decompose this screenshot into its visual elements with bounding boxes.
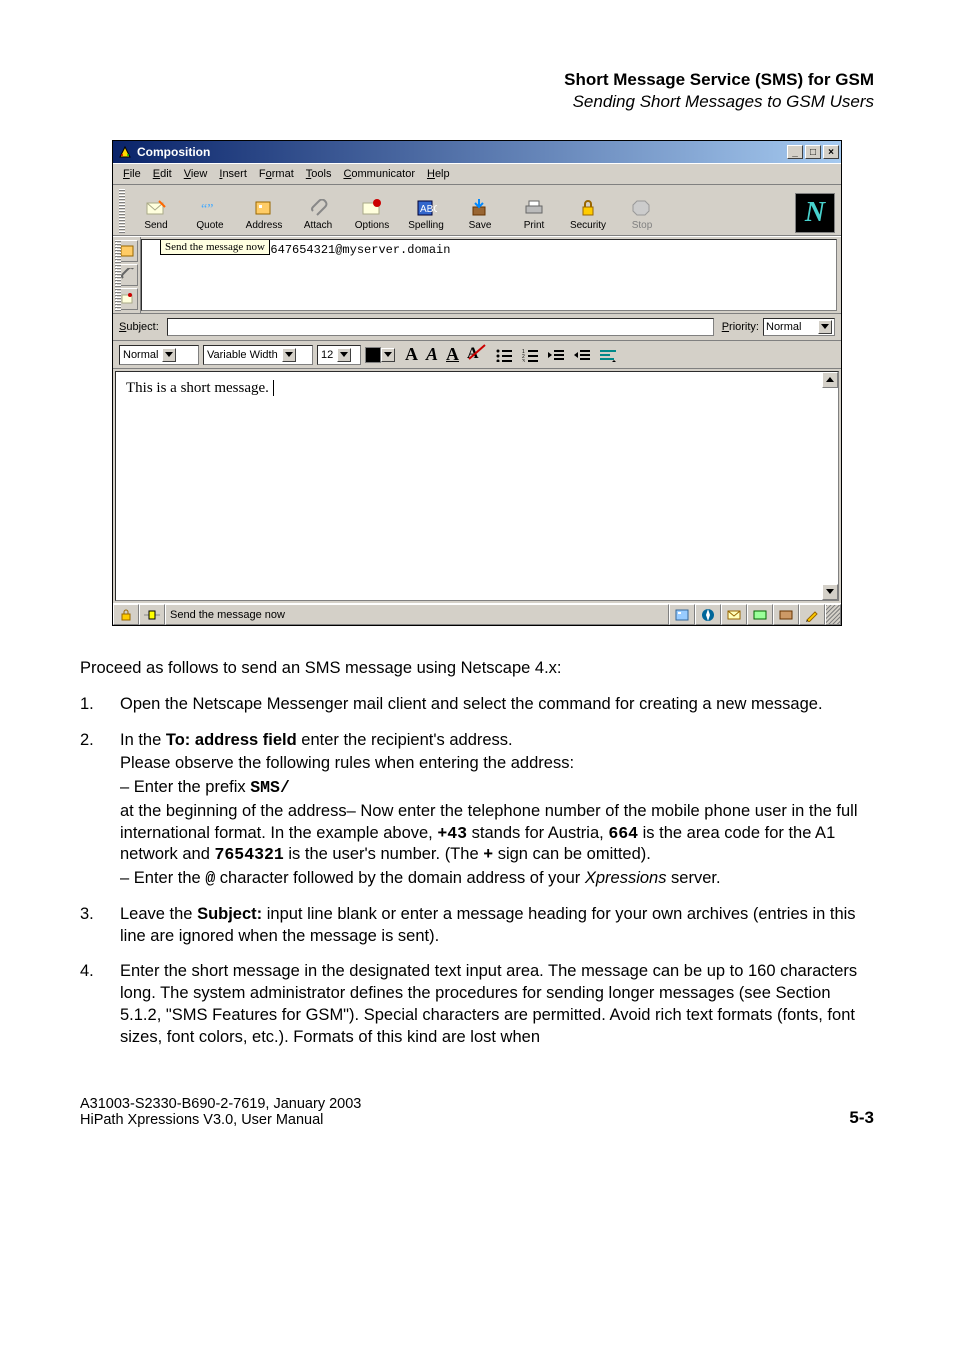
to-address-field[interactable]: Send the message now To: sms/+4306476543…: [141, 239, 837, 311]
stop-button: Stop: [615, 195, 669, 233]
attach-button[interactable]: Attach: [291, 195, 345, 233]
font-color-dropdown[interactable]: [365, 347, 395, 363]
menu-format[interactable]: Format: [253, 166, 300, 182]
netscape-throbber[interactable]: N: [795, 193, 835, 233]
status-message: Send the message now: [165, 604, 669, 625]
stop-icon: [629, 197, 655, 219]
color-swatch: [365, 347, 381, 363]
spelling-button[interactable]: ABC Spelling: [399, 195, 453, 233]
save-button[interactable]: Save: [453, 195, 507, 233]
bullet-list-button[interactable]: [495, 346, 513, 364]
footer-product: HiPath Xpressions V3.0, User Manual: [80, 1112, 361, 1128]
step-number: 2.: [80, 730, 120, 890]
attach-icon: [305, 197, 331, 219]
align-button[interactable]: [599, 346, 617, 364]
priority-dropdown[interactable]: Normal: [763, 318, 835, 336]
step-3-text: Leave the Subject: input line blank or e…: [120, 904, 874, 948]
address-icon: [251, 197, 277, 219]
window-title: Composition: [137, 145, 787, 159]
taskbar-nav-icon[interactable]: [695, 604, 721, 625]
taskbar-icon-1[interactable]: [669, 604, 695, 625]
message-body-text: This is a short message.: [126, 380, 274, 396]
menu-communicator[interactable]: Communicator: [337, 166, 421, 182]
menu-help[interactable]: Help: [421, 166, 456, 182]
menu-file[interactable]: File: [117, 166, 147, 182]
app-icon: [117, 144, 133, 160]
spelling-icon: ABC: [413, 197, 439, 219]
svg-text:ABC: ABC: [420, 204, 437, 215]
page-number: 5-3: [849, 1108, 874, 1128]
priority-label: Priority:: [722, 321, 759, 333]
menu-insert[interactable]: Insert: [213, 166, 253, 182]
status-online-icon[interactable]: [139, 604, 165, 625]
indent-button[interactable]: [573, 346, 591, 364]
options-icon: [359, 197, 385, 219]
minimize-button[interactable]: _: [787, 145, 803, 159]
underline-button[interactable]: A: [446, 344, 459, 365]
scroll-down-button[interactable]: [822, 584, 838, 600]
status-lock-icon[interactable]: [113, 604, 139, 625]
resize-grip[interactable]: [825, 604, 841, 625]
bold-button[interactable]: A: [405, 344, 418, 365]
security-button[interactable]: Security: [561, 195, 615, 233]
subject-input[interactable]: [167, 318, 714, 336]
chevron-down-icon: [337, 348, 351, 362]
chevron-down-icon: [162, 348, 176, 362]
chevron-down-icon: [381, 348, 395, 362]
composition-window: Composition _ □ × File Edit View Insert …: [112, 140, 842, 626]
step-number: 4.: [80, 961, 120, 1048]
italic-button[interactable]: A: [426, 344, 438, 365]
window-titlebar[interactable]: Composition _ □ ×: [113, 141, 841, 163]
send-icon: [143, 197, 169, 219]
quote-button[interactable]: “” Quote: [183, 195, 237, 233]
step-number: 3.: [80, 904, 120, 948]
step-1-text: Open the Netscape Messenger mail client …: [120, 694, 874, 716]
paragraph-style-dropdown[interactable]: Normal: [119, 345, 199, 365]
print-button[interactable]: Print: [507, 195, 561, 233]
intro-paragraph: Proceed as follows to send an SMS messag…: [80, 658, 874, 680]
step-number: 1.: [80, 694, 120, 716]
scroll-up-button[interactable]: [822, 372, 838, 388]
lock-icon: [575, 197, 601, 219]
menu-bar: File Edit View Insert Format Tools Commu…: [113, 163, 841, 184]
taskbar-news-icon[interactable]: [747, 604, 773, 625]
footer-docid: A31003-S2330-B690-2-7619, January 2003: [80, 1096, 361, 1112]
quote-icon: “”: [197, 197, 223, 219]
clear-style-button[interactable]: A: [467, 343, 487, 366]
svg-text:“”: “”: [201, 202, 213, 217]
font-family-dropdown[interactable]: Variable Width: [203, 345, 313, 365]
menu-edit[interactable]: Edit: [147, 166, 178, 182]
close-button[interactable]: ×: [823, 145, 839, 159]
outdent-button[interactable]: [547, 346, 565, 364]
step-4-text: Enter the short message in the designate…: [120, 961, 874, 1048]
send-tooltip: Send the message now: [160, 239, 270, 255]
taskbar-compose-icon[interactable]: [799, 604, 825, 625]
save-icon: [467, 197, 493, 219]
toolbar-grip[interactable]: [119, 189, 125, 233]
options-button[interactable]: Options: [345, 195, 399, 233]
print-icon: [521, 197, 547, 219]
chevron-down-icon: [282, 348, 296, 362]
address-button[interactable]: Address: [237, 195, 291, 233]
page-header-subtitle: Sending Short Messages to GSM Users: [80, 92, 874, 112]
menu-view[interactable]: View: [178, 166, 214, 182]
menu-tools[interactable]: Tools: [300, 166, 338, 182]
page-header-title: Short Message Service (SMS) for GSM: [80, 70, 874, 90]
maximize-button[interactable]: □: [805, 145, 821, 159]
taskbar-addr-icon[interactable]: [773, 604, 799, 625]
subject-label: Subject:: [119, 321, 159, 333]
chevron-down-icon: [818, 320, 832, 334]
font-size-dropdown[interactable]: 12: [317, 345, 361, 365]
message-body-editor[interactable]: This is a short message.: [115, 371, 839, 601]
svg-text:3: 3: [522, 359, 525, 362]
send-button[interactable]: Send: [129, 195, 183, 233]
taskbar-mail-icon[interactable]: [721, 604, 747, 625]
step-2-text: In the To: address field enter the recip…: [120, 730, 874, 890]
number-list-button[interactable]: 123: [521, 346, 539, 364]
